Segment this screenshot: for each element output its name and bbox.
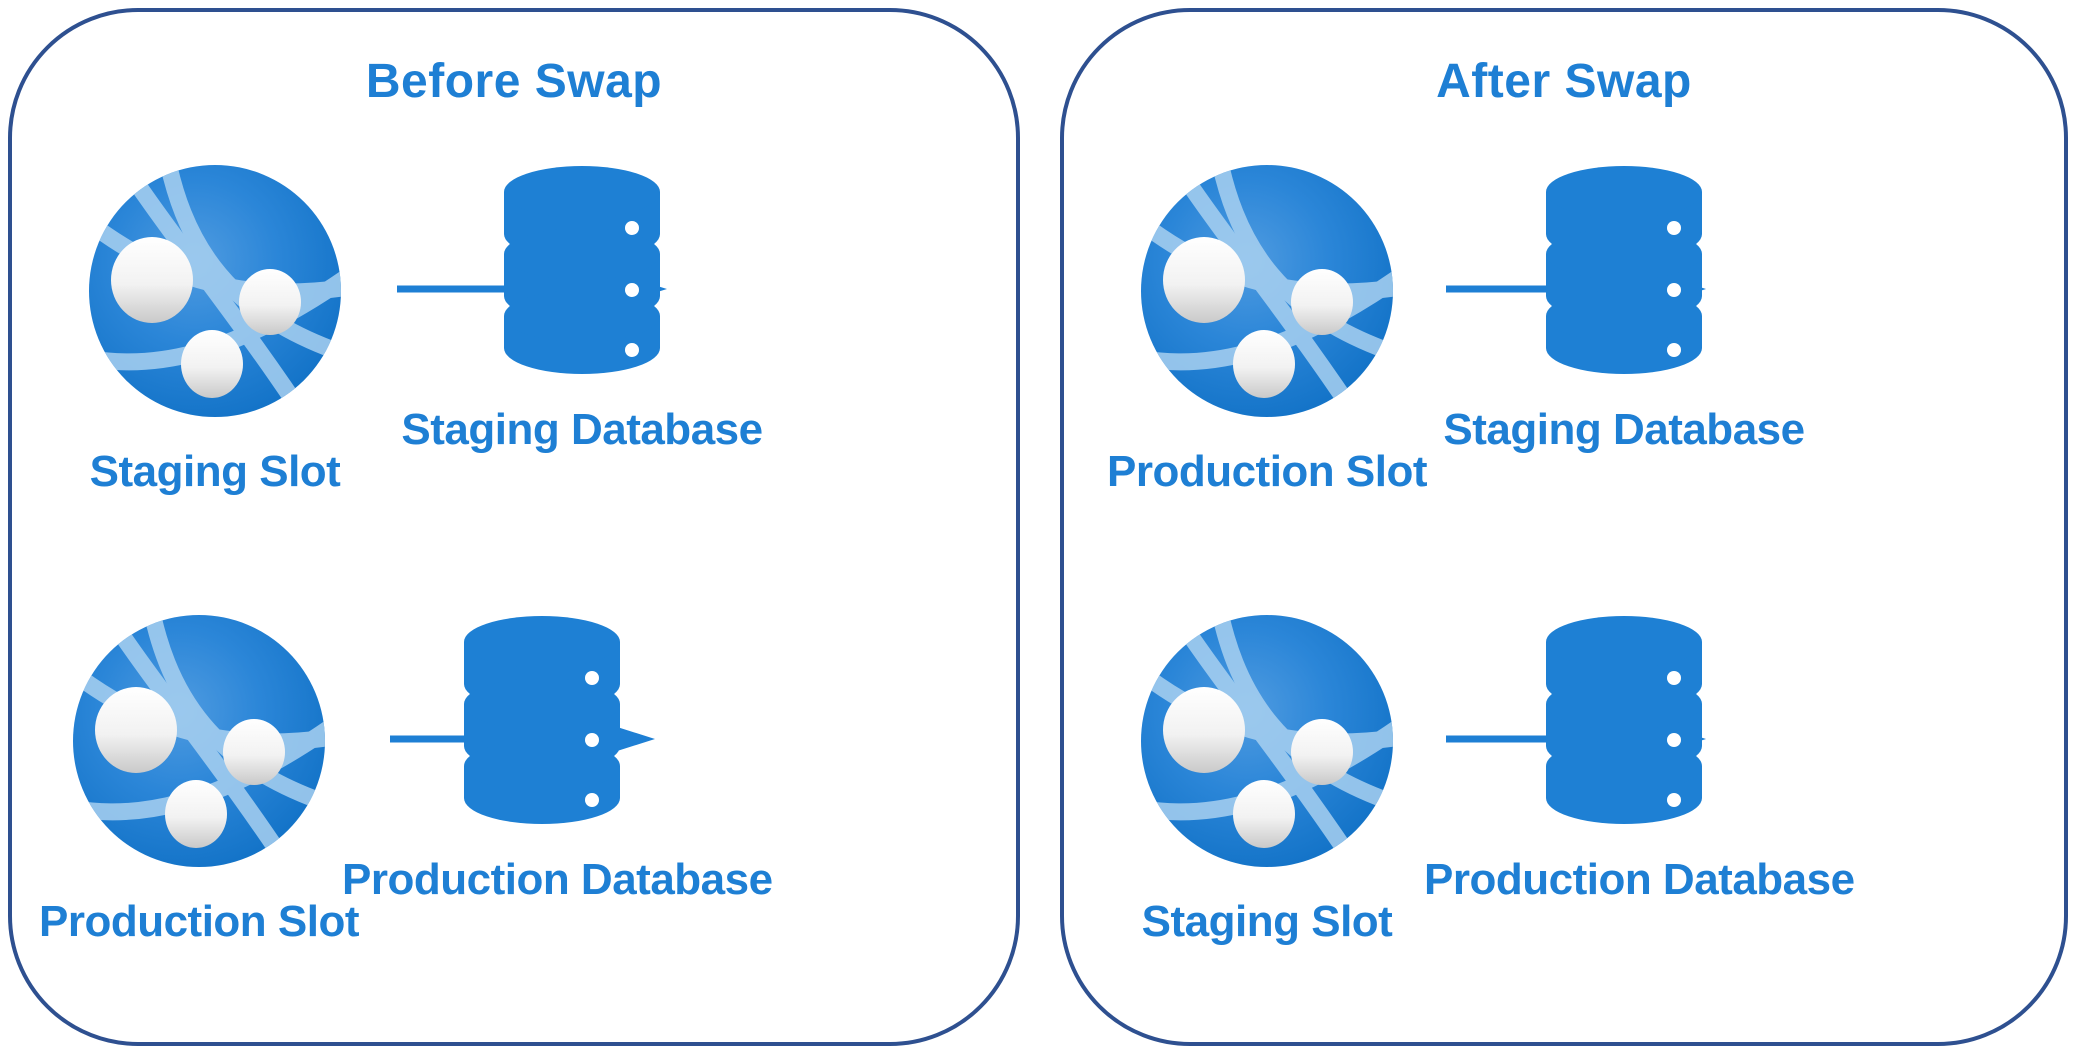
node-slot[interactable]: Staging Slot [50,162,380,497]
panel-title-before-swap: Before Swap [365,55,663,108]
database-cylinder-icon [382,162,782,383]
node-label: Staging Slot [1141,897,1393,946]
node-database[interactable]: Production Database [342,612,773,905]
database-cylinder-icon [1424,612,1824,833]
network-sphere-glyph [1141,165,1393,417]
row-after-bottom: Staging Slot Production Database [1064,612,2064,1032]
network-sphere-glyph [89,165,341,417]
node-slot[interactable]: Production Slot [1102,162,1432,497]
node-label: Production Slot [1106,447,1428,496]
panel-after-swap: After Swap Production Slot Staging Datab… [1060,8,2068,1046]
node-label: Staging Slot [89,447,341,496]
database-cylinder-icon [342,612,742,833]
network-sphere-glyph [1141,615,1393,867]
network-sphere-glyph [73,615,325,867]
node-database[interactable]: Staging Database [382,162,782,455]
node-label: Production Slot [38,897,360,946]
row-after-top: Production Slot Staging Database [1064,162,2064,582]
network-sphere-icon [1102,162,1432,425]
node-slot[interactable]: Production Slot [34,612,364,947]
node-label: Production Database [342,855,773,904]
node-slot[interactable]: Staging Slot [1102,612,1432,947]
node-database[interactable]: Staging Database [1424,162,1824,455]
node-database[interactable]: Production Database [1424,612,1855,905]
panel-before-swap: Before Swap Staging Slot Staging Databas… [8,8,1020,1046]
database-cylinder-glyph [504,166,660,374]
database-cylinder-icon [1424,162,1824,383]
node-label: Staging Database [401,405,763,454]
row-before-bottom: Production Slot Production Database [12,612,1016,1032]
node-label: Staging Database [1443,405,1805,454]
database-cylinder-glyph [1546,166,1702,374]
database-cylinder-glyph [1546,616,1702,824]
row-before-top: Staging Slot Staging Database [12,162,1016,582]
diagram-canvas: Before Swap Staging Slot Staging Databas… [0,0,2076,1054]
node-label: Production Database [1424,855,1855,904]
database-cylinder-glyph [464,616,620,824]
panel-title-after-swap: After Swap [1436,55,1692,108]
network-sphere-icon [1102,612,1432,875]
network-sphere-icon [50,162,380,425]
network-sphere-icon [34,612,364,875]
